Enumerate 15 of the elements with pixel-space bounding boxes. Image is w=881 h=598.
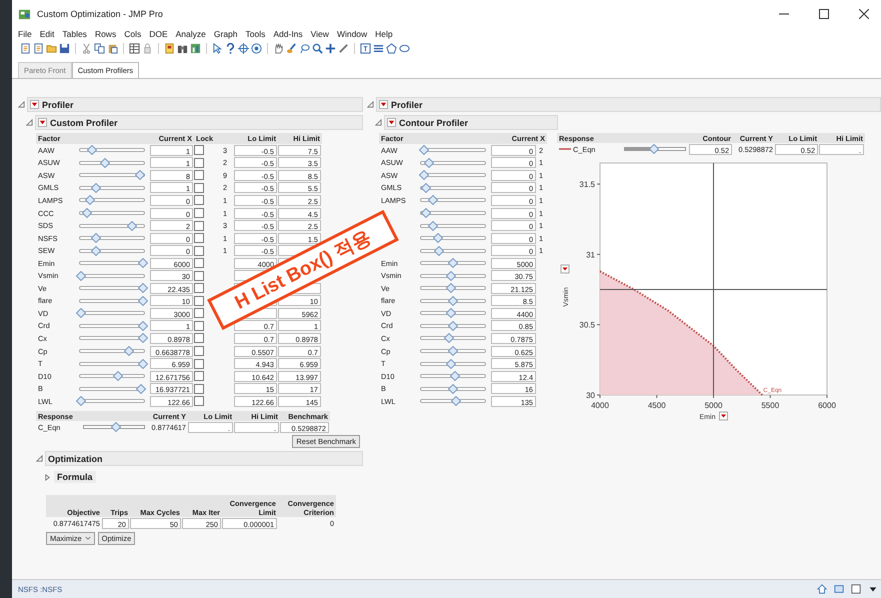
y-tick-label: 30.5 — [579, 320, 595, 330]
window-title: Custom Optimization - JMP Pro — [37, 9, 163, 19]
x-tick-label: 4000 — [591, 401, 609, 410]
y-tick-label: 31 — [586, 250, 595, 260]
section-title: Optimization — [48, 454, 102, 464]
x-tick-label: 5000 — [704, 401, 722, 410]
section-title: Profiler — [391, 100, 423, 110]
section-title: Profiler — [42, 100, 74, 110]
x-tick-label: 6000 — [818, 401, 836, 410]
x-tick-label: 5500 — [761, 401, 780, 410]
section-title: Custom Profiler — [50, 118, 118, 128]
y-tick-label: 30 — [586, 391, 595, 400]
section-title: Contour Profiler — [399, 118, 468, 128]
y-tick-label: 31.5 — [579, 180, 595, 190]
x-tick-label: 4500 — [648, 401, 666, 410]
